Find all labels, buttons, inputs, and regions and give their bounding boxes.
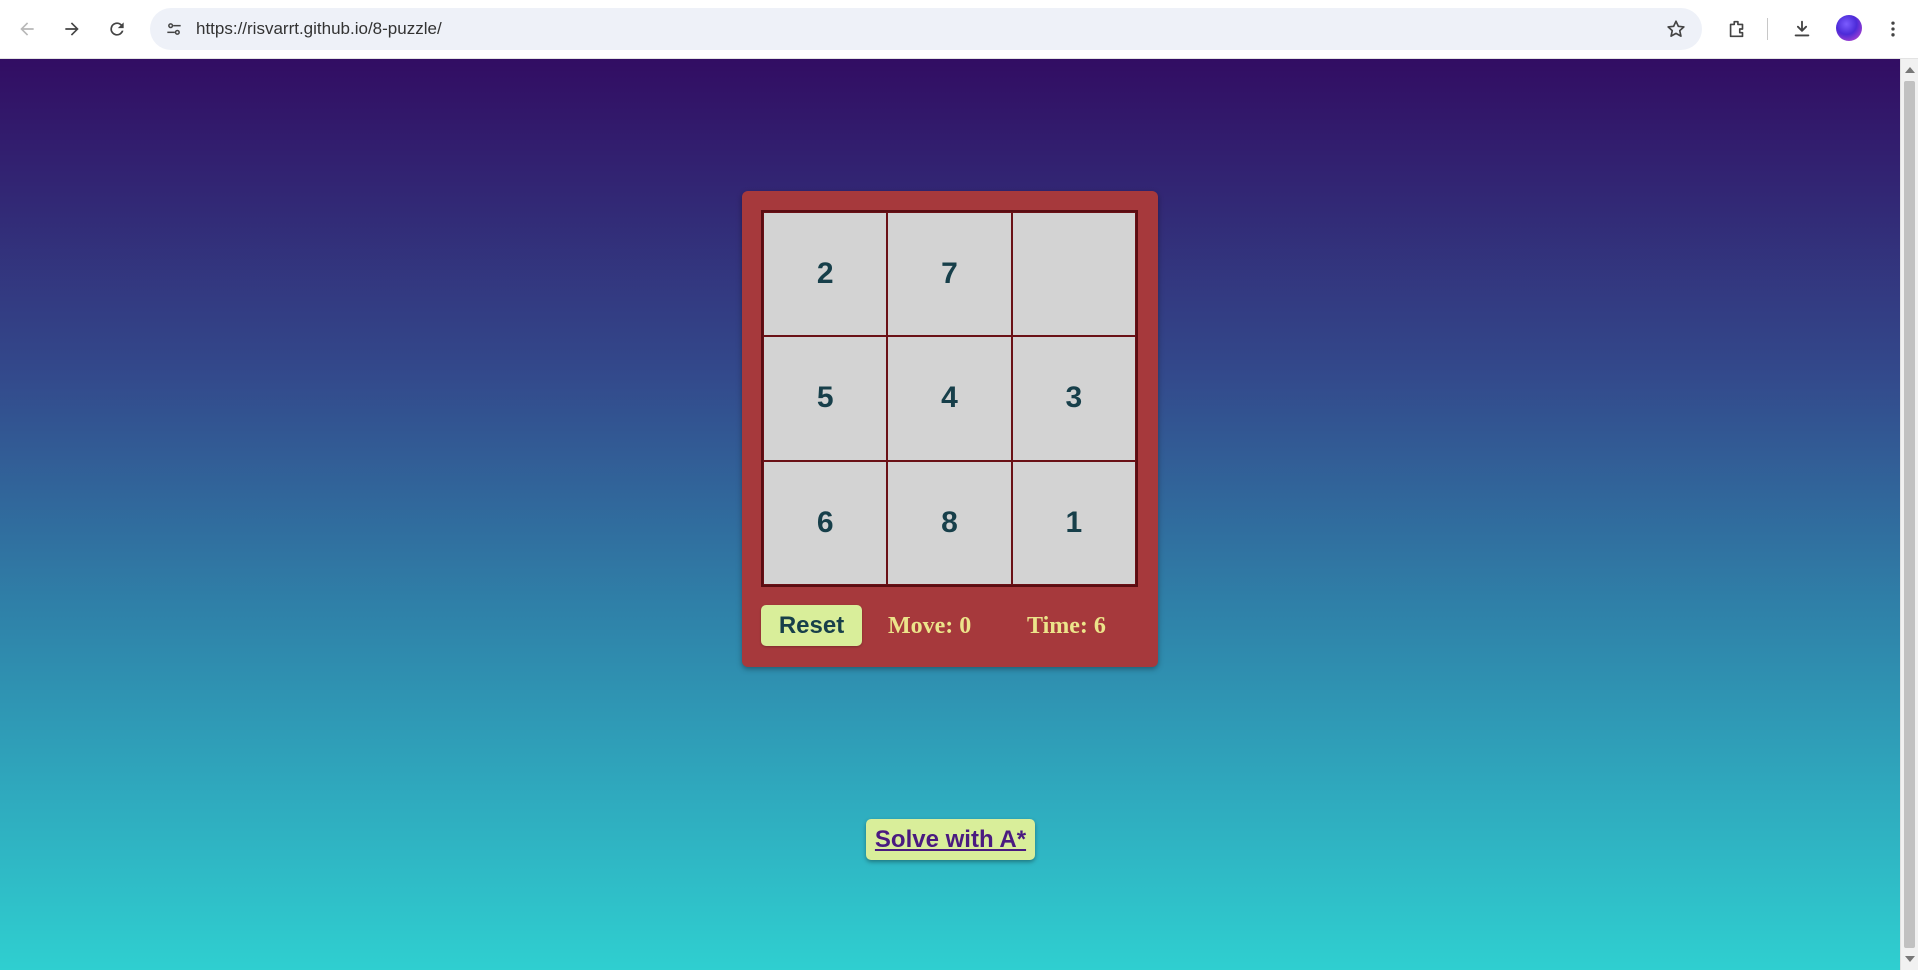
puzzle-controls: Reset Move: 0 Time: 6 — [761, 605, 1138, 647]
page-viewport: 2 7 5 4 3 6 8 1 Reset Move: 0 Time: 6 So… — [0, 59, 1900, 970]
bookmark-star-icon[interactable] — [1664, 17, 1688, 41]
address-bar[interactable]: https://risvarrt.github.io/8-puzzle/ — [150, 8, 1702, 50]
puzzle-board: 2 7 5 4 3 6 8 1 — [761, 210, 1138, 587]
forward-arrow-icon[interactable] — [55, 12, 89, 46]
url-text[interactable]: https://risvarrt.github.io/8-puzzle/ — [196, 19, 442, 39]
puzzle-tile[interactable]: 3 — [1011, 336, 1136, 461]
scroll-down-arrow-icon[interactable] — [1905, 956, 1915, 962]
back-arrow-icon[interactable] — [10, 12, 44, 46]
site-info-icon[interactable] — [158, 13, 190, 45]
extensions-icon[interactable] — [1720, 12, 1754, 46]
puzzle-tile-empty[interactable] — [1011, 212, 1136, 337]
toolbar-divider — [1767, 18, 1768, 40]
scroll-thumb[interactable] — [1904, 81, 1915, 948]
puzzle-tile[interactable]: 7 — [887, 212, 1012, 337]
vertical-scrollbar[interactable] — [1900, 59, 1918, 970]
scroll-up-arrow-icon[interactable] — [1905, 67, 1915, 73]
menu-kebab-icon[interactable] — [1876, 12, 1910, 46]
puzzle-tile[interactable]: 8 — [887, 460, 1012, 585]
move-counter: Move: 0 — [888, 613, 972, 639]
profile-avatar[interactable] — [1836, 15, 1862, 41]
browser-toolbar: https://risvarrt.github.io/8-puzzle/ — [0, 0, 1918, 59]
download-icon[interactable] — [1785, 12, 1819, 46]
puzzle-container: 2 7 5 4 3 6 8 1 Reset Move: 0 Time: 6 — [742, 191, 1158, 667]
puzzle-tile[interactable]: 2 — [763, 212, 888, 337]
reset-button[interactable]: Reset — [761, 605, 862, 646]
puzzle-tile[interactable]: 5 — [763, 336, 888, 461]
puzzle-tile[interactable]: 4 — [887, 336, 1012, 461]
timer: Time: 6 — [1027, 613, 1106, 639]
reload-icon[interactable] — [100, 12, 134, 46]
solve-button[interactable]: Solve with A* — [866, 819, 1035, 860]
puzzle-tile[interactable]: 1 — [1011, 460, 1136, 585]
puzzle-tile[interactable]: 6 — [763, 460, 888, 585]
